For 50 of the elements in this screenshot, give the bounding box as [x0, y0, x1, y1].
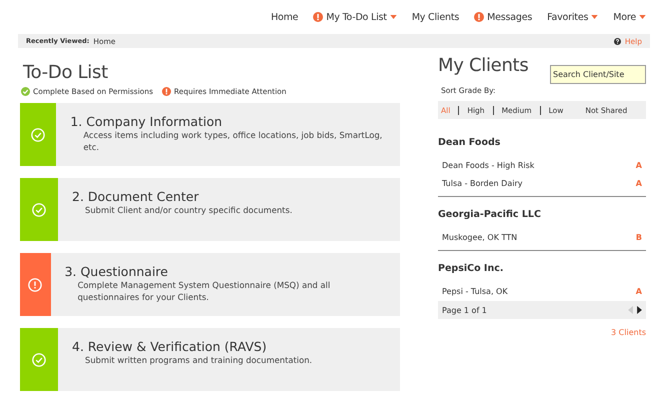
- page-title: To-Do List: [22, 62, 109, 83]
- task-description: Submit Client and/or country specific documents.: [84, 204, 292, 216]
- caret-icon: [390, 15, 397, 19]
- clients-title: My Clients: [438, 55, 528, 76]
- nav-link[interactable]: My To-Do List: [313, 7, 397, 27]
- nav-link[interactable]: Home: [270, 7, 298, 27]
- caret-icon: [591, 15, 598, 19]
- nav-link[interactable]: More: [613, 7, 646, 27]
- check-icon: [21, 87, 30, 96]
- site-row[interactable]: Muskogee, OK TTN B: [438, 228, 646, 246]
- task-title: 2. Document Center: [72, 189, 200, 204]
- check-circle-icon: [32, 202, 46, 216]
- client-name: PepsiCo Inc.: [438, 263, 504, 274]
- task-title: 3. Questionnaire: [64, 264, 169, 279]
- alert-circle-icon: [28, 278, 42, 292]
- nav-link[interactable]: Messages: [474, 7, 532, 27]
- grade-label: A: [636, 178, 642, 188]
- help-icon: [614, 38, 621, 44]
- task-card[interactable]: 1. Company Information Access items including work types, office locations, job bids, SmartLog, etc.: [20, 103, 400, 166]
- alert-icon: [162, 87, 172, 96]
- task-title: 1. Company Information: [70, 114, 224, 129]
- site-row[interactable]: Tulsa - Borden Dairy A: [438, 174, 646, 192]
- site-row[interactable]: Dean Foods - High Risk A: [438, 156, 646, 174]
- task-description: Submit written programs and training documentation.: [84, 354, 312, 366]
- grade-label: A: [636, 160, 642, 170]
- site-name: Muskogee, OK TTN: [442, 232, 518, 242]
- task-description: Access items including work types, office locations, job bids, SmartLog, etc.: [82, 129, 384, 153]
- client-name: Dean Foods: [438, 137, 502, 148]
- grade-label: A: [636, 286, 642, 296]
- site-row[interactable]: Pepsi - Tulsa, OK A: [438, 282, 646, 300]
- site-name: Tulsa - Borden Dairy: [442, 178, 522, 188]
- task-title: 4. Review & Verification (RAVS): [72, 339, 268, 354]
- site-name: Pepsi - Tulsa, OK: [442, 286, 508, 296]
- alert-icon: [313, 12, 324, 22]
- task-card[interactable]: 3. Questionnaire Complete Management System Questionnaire (MSQ) and all questionnaires for your Clients.: [20, 253, 400, 316]
- grade-label: B: [636, 232, 642, 242]
- check-circle-icon: [32, 352, 46, 366]
- site-name: Dean Foods - High Risk: [442, 160, 534, 170]
- nav-link[interactable]: My Clients: [412, 7, 460, 27]
- task-card[interactable]: 2. Document Center Submit Client and/or country specific documents.: [20, 178, 400, 241]
- nav-link[interactable]: Favorites: [547, 7, 598, 27]
- search-field[interactable]: Search Client/Site: [550, 65, 646, 84]
- alert-icon: [474, 12, 484, 22]
- next-icon[interactable]: [637, 306, 642, 314]
- page-label: Page 1 of 1: [442, 306, 487, 314]
- task-card[interactable]: 4. Review & Verification (RAVS) Submit written programs and training documentation.: [20, 328, 400, 391]
- caret-icon: [639, 15, 646, 19]
- check-circle-icon: [31, 128, 46, 142]
- task-description: Complete Management System Questionnaire (MSQ) and all questionnaires for your Clients.: [76, 279, 332, 303]
- client-name: Georgia-Pacific LLC: [438, 209, 542, 220]
